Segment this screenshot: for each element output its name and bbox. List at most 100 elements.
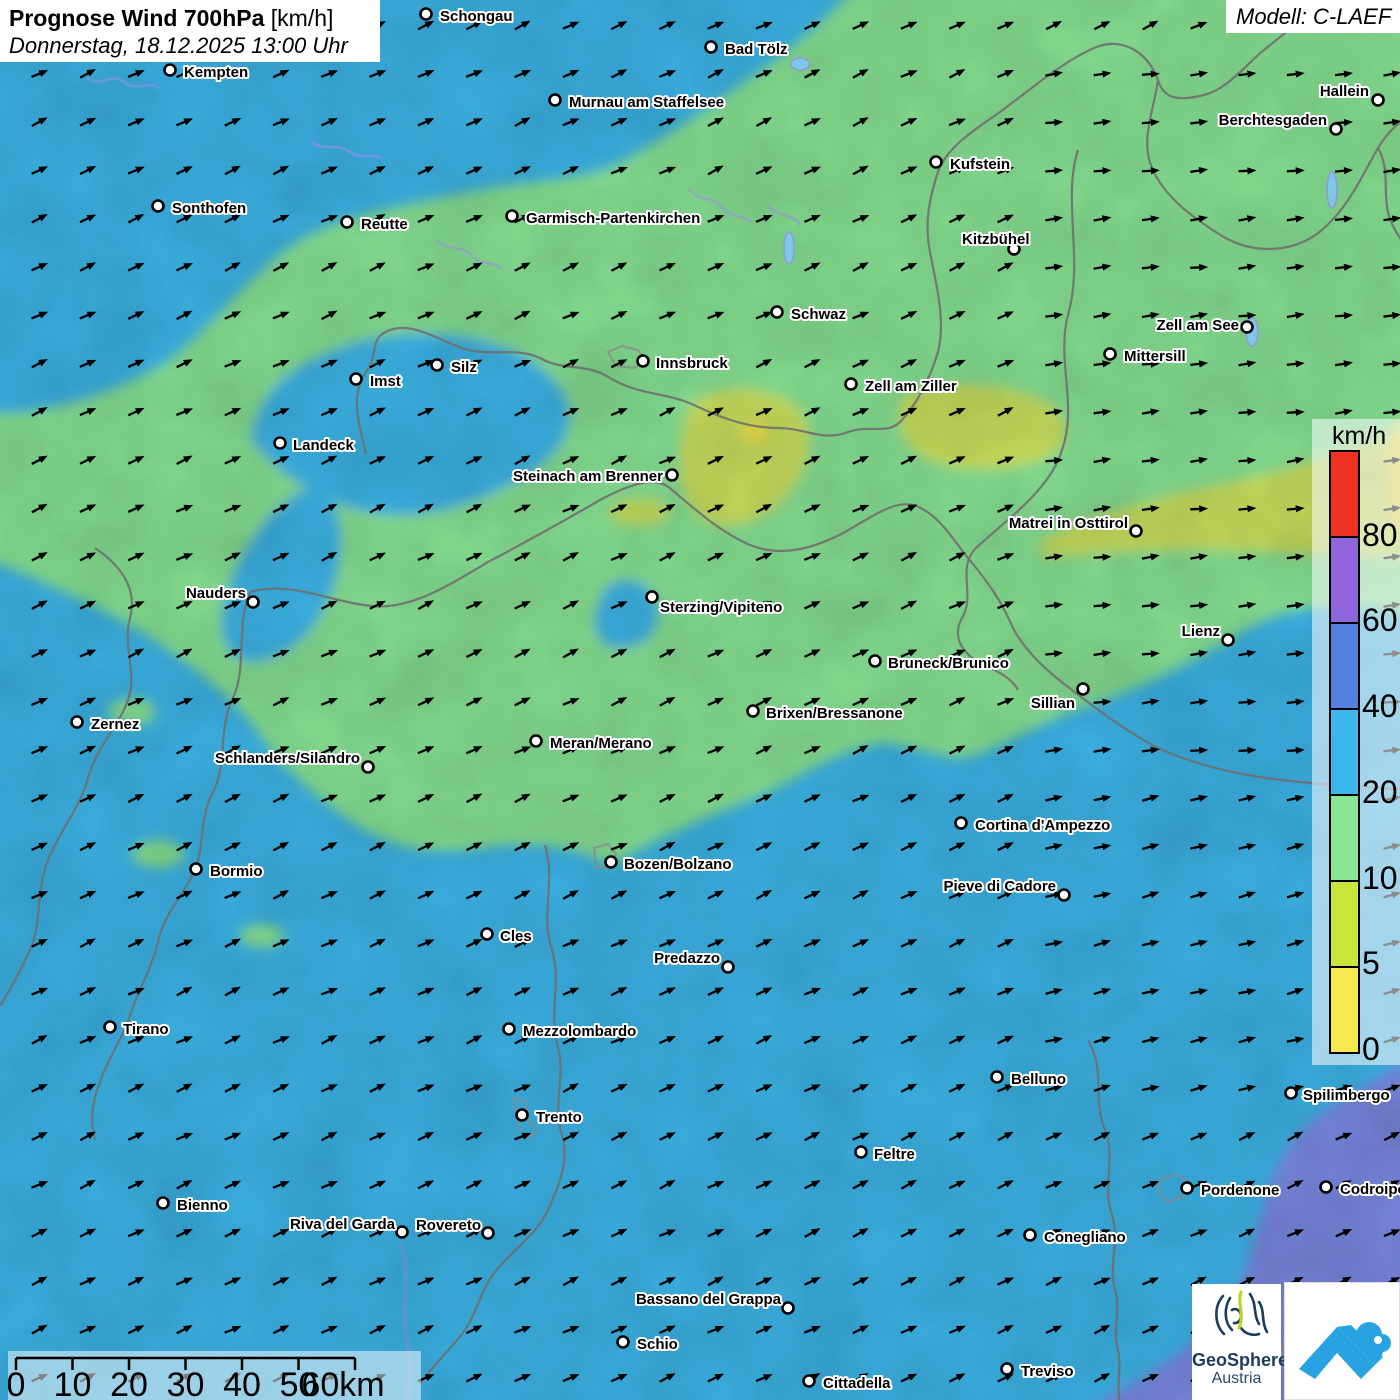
city-label: Reutte [361,216,408,233]
legend-tick-label: 5 [1362,947,1380,979]
city-marker[interactable] [783,1303,794,1314]
city-marker[interactable] [165,65,176,76]
city-marker[interactable] [772,307,783,318]
city-marker[interactable] [421,9,432,20]
city-marker[interactable] [351,374,362,385]
city-marker[interactable] [342,217,353,228]
city-marker[interactable] [846,379,857,390]
city-marker[interactable] [1286,1088,1297,1099]
city-marker[interactable] [482,929,493,940]
city-label: Cortina d'Ampezzo [975,817,1110,834]
city-label: Zell am See [1156,317,1239,334]
city-label: Pordenone [1201,1182,1279,1199]
city-label: Silz [451,359,477,376]
city-label: Zernez [91,716,139,733]
scale-bar-label: 10 [54,1366,92,1400]
city-marker[interactable] [483,1228,494,1239]
city-marker[interactable] [158,1198,169,1209]
city-marker[interactable] [1242,322,1253,333]
city-label: Feltre [874,1146,915,1163]
city-marker[interactable] [638,356,649,367]
city-label: Schongau [440,8,513,25]
scale-bar-ruler: 0102030405060km [8,1351,421,1400]
city-marker[interactable] [72,717,83,728]
legend-color-segment [1331,538,1358,624]
city-marker[interactable] [667,470,678,481]
legend-tick-label: 40 [1362,690,1398,722]
city-label: Codroipo [1340,1181,1400,1198]
city-label: Bienno [177,1197,228,1214]
city-marker[interactable] [531,736,542,747]
geosphere-logo: GeoSphere Austria [1192,1284,1281,1400]
city-marker[interactable] [870,656,881,667]
city-marker[interactable] [1373,95,1384,106]
city-label: Bassano del Grappa [636,1291,782,1308]
city-marker[interactable] [856,1147,867,1158]
city-marker[interactable] [1025,1230,1036,1241]
city-label: Riva del Garda [290,1216,396,1233]
scale-bar-label: 40 [223,1366,261,1400]
city-marker[interactable] [1078,684,1089,695]
city-marker[interactable] [1002,1364,1013,1375]
city-label: Zell am Ziller [865,378,957,395]
city-marker-layer: SchongauBad TölzKemptenHalleinMurnau am … [0,0,1400,1400]
city-label: Cittadella [823,1375,891,1392]
city-label: Sterzing/Vipiteno [660,599,782,616]
city-marker[interactable] [931,157,942,168]
scale-bar-label: 0 [8,1366,25,1400]
map-scale-bar: 0102030405060km [8,1351,421,1400]
city-marker[interactable] [606,857,617,868]
wind-speed-legend: km/h 806040201050 [1312,419,1400,1065]
city-marker[interactable] [748,706,759,717]
city-marker[interactable] [706,42,717,53]
city-marker[interactable] [1131,526,1142,537]
city-marker[interactable] [618,1337,629,1348]
city-marker[interactable] [1059,890,1070,901]
city-marker[interactable] [504,1024,515,1035]
city-label: Kempten [184,64,248,81]
city-label: Landeck [293,437,355,454]
city-marker[interactable] [1105,349,1116,360]
city-marker[interactable] [248,597,259,608]
legend-tick-label: 10 [1362,862,1398,894]
legend-color-segment [1331,882,1358,968]
city-label: Predazzo [654,950,720,967]
city-label: Garmisch-Partenkirchen [526,210,700,227]
city-label: Murnau am Staffelsee [569,94,724,111]
city-label: Mittersill [1124,348,1186,365]
city-marker[interactable] [397,1227,408,1238]
city-marker[interactable] [723,962,734,973]
legend-color-segment [1331,624,1358,710]
city-label: Tirano [123,1021,169,1038]
city-label: Belluno [1011,1071,1066,1088]
city-marker[interactable] [153,201,164,212]
city-marker[interactable] [550,95,561,106]
city-marker[interactable] [507,211,518,222]
geosphere-org-name: GeoSphere [1192,1351,1281,1370]
city-marker[interactable] [191,864,202,875]
city-marker[interactable] [804,1376,815,1387]
city-marker[interactable] [1223,635,1234,646]
legend-color-segment [1331,452,1358,538]
legend-color-segment [1331,710,1358,796]
city-marker[interactable] [517,1110,528,1121]
mountain-cloud-icon [1285,1283,1399,1399]
city-marker[interactable] [363,762,374,773]
city-label: Schio [637,1336,678,1353]
city-label: Bozen/Bolzano [624,856,732,873]
city-label: Brixen/Bressanone [766,705,903,722]
city-marker[interactable] [1331,124,1342,135]
city-marker[interactable] [647,592,658,603]
scale-bar-label: 60km [301,1366,384,1400]
city-marker[interactable] [432,360,443,371]
city-marker[interactable] [992,1072,1003,1083]
city-marker[interactable] [105,1022,116,1033]
city-marker[interactable] [956,818,967,829]
city-label: Matrei in Osttirol [1009,515,1128,532]
city-marker[interactable] [275,438,286,449]
city-marker[interactable] [1321,1182,1332,1193]
title-unit: [km/h] [264,5,333,31]
city-label: Bormio [210,863,263,880]
city-marker[interactable] [1182,1183,1193,1194]
city-label: Mezzolombardo [523,1023,636,1040]
